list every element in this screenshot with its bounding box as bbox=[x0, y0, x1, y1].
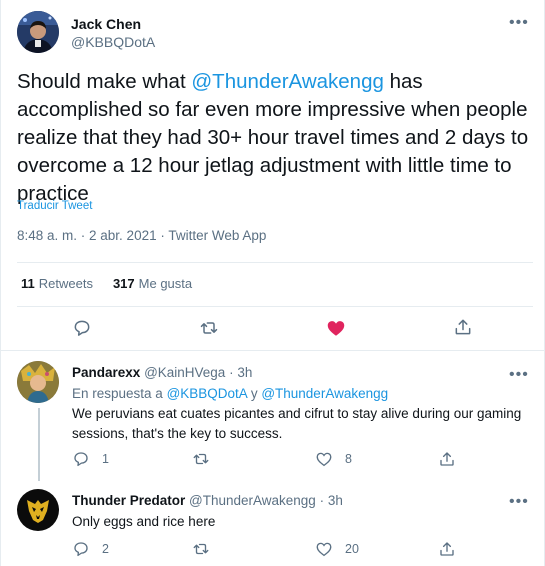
retweet-icon bbox=[200, 322, 218, 334]
tweet-text: Should make what @ThunderAwakengg has ac… bbox=[17, 68, 532, 208]
avatar[interactable] bbox=[17, 489, 59, 531]
reply-count: 1 bbox=[102, 452, 109, 466]
more-options-icon[interactable]: ••• bbox=[509, 494, 529, 510]
more-options-icon[interactable]: ••• bbox=[509, 15, 529, 31]
retweet-button[interactable] bbox=[198, 318, 220, 338]
reply-time[interactable]: · 3h bbox=[229, 365, 252, 380]
reply-text: We peruvians eat cuates picantes and cif… bbox=[72, 406, 522, 441]
main-tweet-header: Jack Chen @KBBQDotA bbox=[17, 11, 155, 53]
author-names: Jack Chen @KBBQDotA bbox=[71, 15, 155, 52]
retweet-button[interactable] bbox=[191, 450, 223, 468]
divider bbox=[17, 262, 533, 263]
like-icon bbox=[316, 542, 332, 557]
reply-author-name[interactable]: Pandarexx bbox=[72, 365, 140, 380]
reply-author-name[interactable]: Thunder Predator bbox=[72, 493, 185, 508]
reply-icon bbox=[74, 542, 88, 557]
like-count: 8 bbox=[345, 452, 352, 466]
translate-tweet-link[interactable]: Traducir Tweet bbox=[17, 200, 92, 212]
retweet-button[interactable] bbox=[191, 540, 223, 558]
reply-header: Thunder Predator @ThunderAwakengg · 3h bbox=[72, 492, 343, 510]
reply-count: 2 bbox=[102, 542, 109, 556]
reply-author-handle[interactable]: @KainHVega bbox=[144, 365, 225, 380]
reply-header: Pandarexx @KainHVega · 3h bbox=[72, 364, 252, 382]
share-icon bbox=[455, 319, 471, 335]
retweet-icon bbox=[193, 453, 209, 465]
author-handle[interactable]: @KBBQDotA bbox=[71, 33, 155, 52]
mention-link[interactable]: @KBBQDotA bbox=[167, 386, 248, 401]
like-button[interactable] bbox=[325, 317, 347, 339]
more-options-icon[interactable]: ••• bbox=[509, 367, 529, 383]
likes-count: 317 bbox=[112, 276, 135, 291]
like-icon bbox=[327, 321, 345, 336]
reply-icon bbox=[74, 452, 88, 467]
reply-text: Only eggs and rice here bbox=[72, 514, 216, 529]
tweet-stats: 11 Retweets 317 Me gusta bbox=[21, 276, 192, 291]
mention-link[interactable]: @ThunderAwakengg bbox=[261, 386, 388, 401]
retweets-label: Retweets bbox=[38, 276, 93, 291]
reply-button[interactable]: 1 bbox=[72, 450, 109, 468]
reply-button[interactable]: 2 bbox=[72, 540, 109, 558]
in-reply-joiner: y bbox=[247, 386, 262, 401]
reply-button[interactable] bbox=[72, 318, 92, 338]
reply-author-handle[interactable]: @ThunderAwakengg bbox=[189, 493, 316, 508]
likes-stat[interactable]: 317 Me gusta bbox=[113, 276, 192, 291]
retweets-count: 11 bbox=[21, 276, 35, 291]
divider bbox=[0, 350, 545, 351]
in-reply-to: En respuesta a @KBBQDotA y @ThunderAwake… bbox=[72, 386, 388, 401]
divider bbox=[17, 306, 533, 307]
tweet-timestamp[interactable]: 8:48 a. m. · 2 abr. 2021 · Twitter Web A… bbox=[17, 228, 266, 243]
tweet-text-start: Should make what bbox=[17, 70, 192, 93]
author-display-name[interactable]: Jack Chen bbox=[71, 15, 155, 33]
in-reply-prefix: En respuesta a bbox=[72, 386, 167, 401]
share-icon bbox=[440, 452, 454, 466]
avatar[interactable] bbox=[17, 361, 59, 403]
thread-line bbox=[38, 408, 40, 481]
share-button[interactable] bbox=[438, 540, 456, 558]
reply-time[interactable]: · 3h bbox=[320, 493, 343, 508]
like-icon bbox=[316, 452, 332, 467]
reply-icon bbox=[74, 320, 90, 336]
like-button[interactable]: 8 bbox=[315, 450, 352, 468]
retweets-stat[interactable]: 11 Retweets bbox=[21, 276, 93, 291]
like-count: 20 bbox=[345, 542, 359, 556]
avatar[interactable] bbox=[17, 11, 59, 53]
share-icon bbox=[440, 542, 454, 556]
share-button[interactable] bbox=[438, 450, 456, 468]
mention-link[interactable]: @ThunderAwakengg bbox=[191, 70, 384, 93]
likes-label: Me gusta bbox=[138, 276, 193, 291]
share-button[interactable] bbox=[453, 317, 473, 337]
retweet-icon bbox=[193, 543, 209, 555]
like-button[interactable]: 20 bbox=[315, 540, 359, 558]
